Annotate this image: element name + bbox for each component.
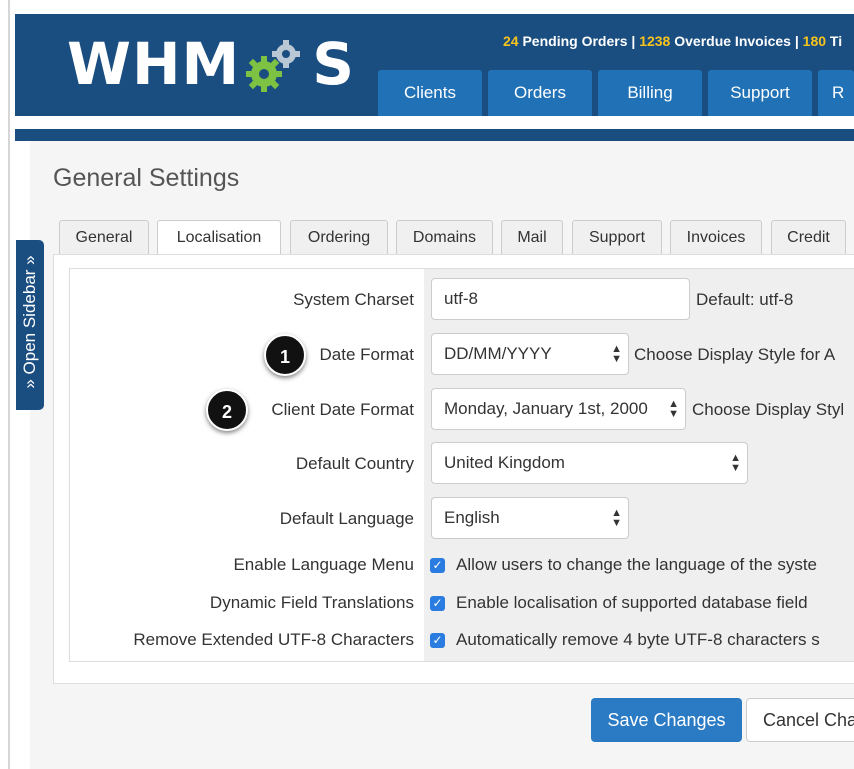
- enable-language-menu-checkbox[interactable]: ✓: [430, 558, 445, 573]
- client-date-format-value: Monday, January 1st, 2000: [444, 399, 648, 418]
- system-charset-input[interactable]: utf-8: [431, 278, 690, 320]
- tab-invoices[interactable]: Invoices: [670, 220, 762, 254]
- dynamic-field-translations-text: Enable localisation of supported databas…: [456, 593, 808, 612]
- date-format-label: Date Format: [319, 345, 414, 364]
- pending-orders-label[interactable]: Pending Orders |: [519, 33, 640, 49]
- annotation-marker-2: 2: [206, 389, 248, 431]
- select-arrows-icon: ▲ ▼: [611, 343, 622, 365]
- default-language-value: English: [444, 508, 500, 527]
- whmcs-logo[interactable]: WHM S: [67, 34, 355, 94]
- default-country-value: United Kingdom: [444, 453, 565, 472]
- remove-extended-utf8-text: Automatically remove 4 byte UTF-8 charac…: [456, 630, 820, 649]
- select-arrows-icon: ▲ ▼: [668, 398, 679, 420]
- default-country-select[interactable]: United Kingdom ▲ ▼: [431, 442, 748, 484]
- nav-reports[interactable]: R: [818, 70, 854, 116]
- default-language-label: Default Language: [279, 509, 414, 528]
- select-arrows-icon: ▲ ▼: [730, 452, 741, 474]
- tickets-count[interactable]: 180: [803, 33, 826, 49]
- header-stats: 24 Pending Orders | 1238 Overdue Invoice…: [503, 33, 842, 49]
- overdue-invoices-label[interactable]: Overdue Invoices |: [670, 33, 802, 49]
- date-format-value: DD/MM/YYYY: [444, 344, 552, 363]
- select-arrows-icon: ▲ ▼: [611, 507, 622, 529]
- logo-text-left: WHM: [67, 30, 241, 98]
- tab-general[interactable]: General: [59, 220, 149, 254]
- date-format-hint: Choose Display Style for A: [634, 345, 836, 364]
- system-charset-label: System Charset: [293, 290, 414, 309]
- open-sidebar-toggle[interactable]: » Open Sidebar »: [16, 240, 44, 410]
- dynamic-field-translations-checkbox[interactable]: ✓: [430, 596, 445, 611]
- pending-orders-count[interactable]: 24: [503, 33, 519, 49]
- tab-domains[interactable]: Domains: [396, 220, 493, 254]
- client-date-format-select[interactable]: Monday, January 1st, 2000 ▲ ▼: [431, 388, 686, 430]
- default-country-label: Default Country: [295, 454, 414, 473]
- enable-language-menu-label: Enable Language Menu: [233, 555, 414, 574]
- remove-extended-utf8-label: Remove Extended UTF-8 Characters: [133, 630, 414, 649]
- enable-language-menu-text: Allow users to change the language of th…: [456, 555, 818, 574]
- header-bottom-bar: [15, 129, 854, 141]
- page-title: General Settings: [53, 164, 240, 192]
- tab-credit[interactable]: Credit: [771, 220, 846, 254]
- tickets-label[interactable]: Ti: [826, 33, 842, 49]
- nav-clients[interactable]: Clients: [378, 70, 482, 116]
- date-format-select[interactable]: DD/MM/YYYY ▲ ▼: [431, 333, 629, 375]
- tab-support[interactable]: Support: [572, 220, 662, 254]
- logo-text-right: S: [312, 30, 356, 98]
- nav-support[interactable]: Support: [708, 70, 812, 116]
- remove-extended-utf8-checkbox[interactable]: ✓: [430, 633, 445, 648]
- tab-mail[interactable]: Mail: [501, 220, 563, 254]
- dynamic-field-translations-label: Dynamic Field Translations: [209, 593, 414, 612]
- default-language-select[interactable]: English ▲ ▼: [431, 497, 629, 539]
- nav-orders[interactable]: Orders: [488, 70, 592, 116]
- gear-logo-icon: [246, 40, 301, 92]
- client-date-format-label: Client Date Format: [271, 400, 414, 419]
- system-charset-hint: Default: utf-8: [696, 290, 794, 309]
- cancel-changes-button[interactable]: Cancel Cha: [746, 698, 854, 742]
- open-sidebar-label: » Open Sidebar »: [20, 255, 39, 389]
- nav-billing[interactable]: Billing: [598, 70, 702, 116]
- client-date-format-hint: Choose Display Styl: [692, 400, 845, 419]
- annotation-marker-1: 1: [264, 334, 306, 376]
- overdue-invoices-count[interactable]: 1238: [639, 33, 670, 49]
- tab-localisation[interactable]: Localisation: [157, 220, 281, 256]
- window-edge: [8, 0, 10, 769]
- top-header: WHM S 24 Pending Orders | 1238 Overdue I…: [15, 14, 854, 116]
- save-changes-button[interactable]: Save Changes: [591, 698, 742, 742]
- tab-ordering[interactable]: Ordering: [290, 220, 388, 254]
